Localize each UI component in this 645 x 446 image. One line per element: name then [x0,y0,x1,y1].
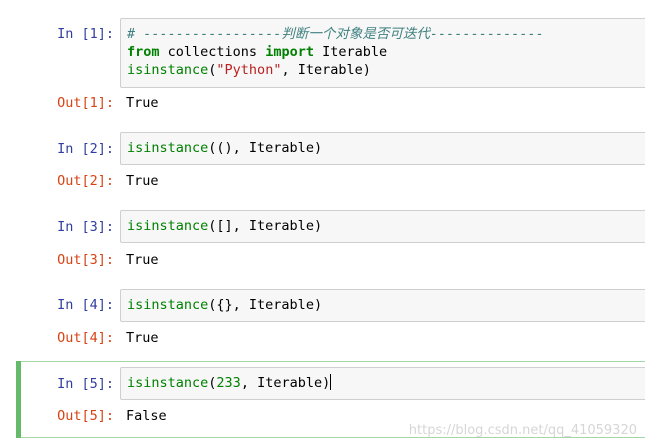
code-args: , Iterable) [240,375,331,391]
code-input[interactable]: isinstance((), Iterable) [120,132,645,165]
text-cursor [330,374,332,390]
code-line: isinstance(233, Iterable) [127,374,645,392]
builtin-func: isinstance [127,140,209,156]
code-line: isinstance([], Iterable) [127,217,645,235]
cell-output: False [126,408,167,424]
number-literal: 233 [216,375,241,391]
code-args: ([], Iterable) [208,218,323,234]
input-prompt: In [2]: [57,141,114,157]
code-line: isinstance((), Iterable) [127,139,645,157]
cell-output: True [126,252,159,268]
input-prompt: In [3]: [57,219,114,235]
output-prompt: Out[5]: [57,408,114,424]
cell-output: True [126,95,159,111]
code-line: isinstance("Python", Iterable) [127,61,645,79]
imported-name: Iterable [313,44,388,60]
output-prompt: Out[3]: [57,252,114,268]
cell-output: True [126,330,159,346]
module-name: collections [159,44,266,60]
code-args: ((), Iterable) [208,140,323,156]
builtin-func: isinstance [127,218,209,234]
keyword-import: import [265,44,314,60]
output-prompt: Out[1]: [57,95,114,111]
code-input[interactable]: # -----------------判断一个对象是否可迭代----------… [120,18,645,88]
code-input[interactable]: isinstance([], Iterable) [120,210,645,243]
input-prompt: In [5]: [57,376,114,392]
code-comment: # -----------------判断一个对象是否可迭代----------… [127,26,544,42]
string-literal: "Python" [216,62,282,78]
output-prompt: Out[2]: [57,173,114,189]
builtin-func: isinstance [127,375,209,391]
code-args: , Iterable) [281,62,371,78]
code-line: # -----------------判断一个对象是否可迭代----------… [127,25,645,43]
code-line: from collections import Iterable [127,43,645,61]
builtin-func: isinstance [127,62,209,78]
code-input[interactable]: isinstance({}, Iterable) [120,289,645,322]
selected-cell-indicator [16,361,21,438]
input-prompt: In [4]: [57,297,114,313]
keyword-from: from [127,44,160,60]
watermark: https://blog.csdn.net/qq_41059320 [408,423,637,438]
code-line: isinstance({}, Iterable) [127,296,645,314]
output-prompt: Out[4]: [57,330,114,346]
input-prompt: In [1]: [57,26,114,42]
code-args: ({}, Iterable) [208,297,323,313]
cell-output: True [126,173,159,189]
builtin-func: isinstance [127,297,209,313]
code-input[interactable]: isinstance(233, Iterable) [120,367,645,400]
